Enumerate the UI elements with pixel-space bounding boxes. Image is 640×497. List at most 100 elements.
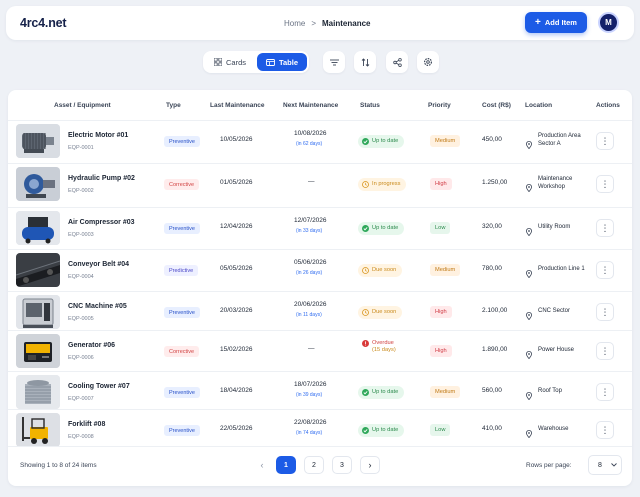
table-row[interactable]: Electric Motor #01 EQP-0001 Preventive 10/0… [8, 120, 632, 160]
asset-code: EQP-0008 [68, 434, 94, 440]
column-header-location[interactable]: Location [525, 102, 552, 109]
asset-thumbnail [16, 167, 60, 201]
table-row[interactable]: Generator #06 EQP-0006 Corrective 15/02/202… [8, 330, 632, 370]
sort-icon [361, 57, 369, 67]
prev-page-button[interactable]: ‹ [252, 456, 272, 474]
row-actions-button[interactable]: ⋮ [596, 303, 614, 321]
settings-button[interactable] [417, 51, 439, 73]
breadcrumb: Home > Maintenance [284, 19, 370, 28]
asset-code: EQP-0001 [68, 145, 94, 151]
status-badge: Up to date [358, 135, 405, 148]
page-1-button[interactable]: 1 [276, 456, 296, 474]
asset-name[interactable]: Air Compressor #03 [68, 219, 135, 226]
asset-name[interactable]: Conveyor Belt #04 [68, 261, 129, 268]
page-2-button[interactable]: 2 [304, 456, 324, 474]
avatar[interactable]: M [598, 12, 619, 33]
plus-icon: + [535, 16, 541, 28]
table-row[interactable]: Air Compressor #03 EQP-0003 Preventive 12/0… [8, 207, 632, 247]
cost-value: 1.250,00 [482, 179, 508, 186]
location-pin-icon [525, 312, 533, 321]
priority-badge: High [430, 306, 452, 318]
type-badge: Corrective [164, 179, 200, 190]
add-item-button[interactable]: + Add Item [525, 12, 587, 33]
tab-table[interactable]: Table [257, 53, 307, 71]
asset-name[interactable]: Generator #06 [68, 342, 115, 349]
next-maintenance-date: 18/07/2026 [294, 381, 327, 388]
page-3-button[interactable]: 3 [332, 456, 352, 474]
share-icon [392, 57, 402, 67]
more-vertical-icon: ⋮ [600, 424, 610, 435]
status-label: Due soon [372, 267, 397, 273]
location-pin-icon [525, 392, 533, 401]
sort-button[interactable] [354, 51, 376, 73]
more-vertical-icon: ⋮ [600, 222, 610, 233]
last-maintenance-date: 20/03/2026 [220, 307, 253, 314]
location-text: Production Line 1 [538, 266, 585, 272]
view-toggle: Cards Table [203, 51, 309, 73]
table-row[interactable]: Conveyor Belt #04 EQP-0004 Predictive 05/05… [8, 249, 632, 289]
last-maintenance-date: 18/04/2026 [220, 387, 253, 394]
row-actions-button[interactable]: ⋮ [596, 342, 614, 360]
row-actions-button[interactable]: ⋮ [596, 383, 614, 401]
asset-thumbnail [16, 124, 60, 158]
priority-badge: High [430, 345, 452, 357]
status-badge: Up to date [358, 424, 405, 437]
location-pin-icon [525, 141, 533, 150]
column-header-last-maintenance[interactable]: Last Maintenance [210, 102, 265, 109]
table-row[interactable]: Forklift #08 EQP-0008 Preventive 22/05/2026… [8, 409, 632, 449]
breadcrumb-home[interactable]: Home [284, 19, 305, 28]
next-maintenance-date: 12/07/2026 [294, 217, 327, 224]
more-vertical-icon: ⋮ [600, 386, 610, 397]
last-maintenance-date: 10/05/2026 [220, 136, 253, 143]
priority-badge: Low [430, 222, 451, 234]
column-header-priority[interactable]: Priority [428, 102, 451, 109]
check-circle-icon [362, 138, 369, 145]
next-page-button[interactable]: › [360, 456, 380, 474]
table-row[interactable]: Hydraulic Pump #02 EQP-0002 Corrective 01/0… [8, 163, 632, 203]
logo[interactable]: 4rc4.net [20, 16, 67, 30]
tab-cards[interactable]: Cards [205, 53, 255, 71]
cost-value: 780,00 [482, 265, 502, 272]
column-header-next-maintenance[interactable]: Next Maintenance [283, 102, 338, 109]
asset-name[interactable]: Hydraulic Pump #02 [68, 175, 135, 182]
location-text: Production Area Sector A [538, 133, 581, 147]
row-actions-button[interactable]: ⋮ [596, 219, 614, 237]
row-actions-button[interactable]: ⋮ [596, 261, 614, 279]
last-maintenance-date: 05/05/2026 [220, 265, 253, 272]
type-badge: Preventive [164, 387, 200, 398]
asset-name[interactable]: CNC Machine #05 [68, 303, 127, 310]
next-maintenance-date: — [308, 345, 315, 352]
column-header-status[interactable]: Status [360, 102, 380, 109]
column-header-asset[interactable]: Asset / Equipment [54, 102, 111, 109]
priority-badge: Medium [430, 386, 461, 398]
column-header-type[interactable]: Type [166, 102, 181, 109]
last-maintenance-date: 12/04/2026 [220, 223, 253, 230]
rows-per-page-select[interactable]: 8 [588, 455, 622, 475]
asset-code: EQP-0003 [68, 232, 94, 238]
asset-thumbnail [16, 211, 60, 245]
share-button[interactable] [386, 51, 408, 73]
type-badge: Corrective [164, 346, 200, 357]
table-row[interactable]: CNC Machine #05 EQP-0005 Preventive 20/03/2… [8, 291, 632, 331]
row-actions-button[interactable]: ⋮ [596, 175, 614, 193]
check-circle-icon [362, 225, 369, 232]
column-header-cost[interactable]: Cost (R$) [482, 102, 511, 109]
row-actions-button[interactable]: ⋮ [596, 132, 614, 150]
location-pin-icon [525, 228, 533, 237]
footer-divider [8, 446, 632, 447]
chevron-down-icon [611, 463, 617, 467]
table-row[interactable]: Cooling Tower #07 EQP-0007 Preventive 18/04… [8, 371, 632, 411]
more-vertical-icon: ⋮ [600, 306, 610, 317]
asset-name[interactable]: Forklift #08 [68, 421, 105, 428]
asset-name[interactable]: Cooling Tower #07 [68, 383, 130, 390]
next-maintenance-date: — [308, 178, 315, 185]
status-detail: (15 days) [372, 347, 396, 353]
alert-circle-icon [362, 340, 369, 347]
asset-name[interactable]: Electric Motor #01 [68, 132, 128, 139]
next-maintenance-countdown: (in 39 days) [296, 392, 323, 398]
filter-button[interactable] [323, 51, 345, 73]
cost-value: 2.100,00 [482, 307, 508, 314]
cost-value: 1.890,00 [482, 346, 508, 353]
location-pin-icon [525, 184, 533, 193]
row-actions-button[interactable]: ⋮ [596, 421, 614, 439]
